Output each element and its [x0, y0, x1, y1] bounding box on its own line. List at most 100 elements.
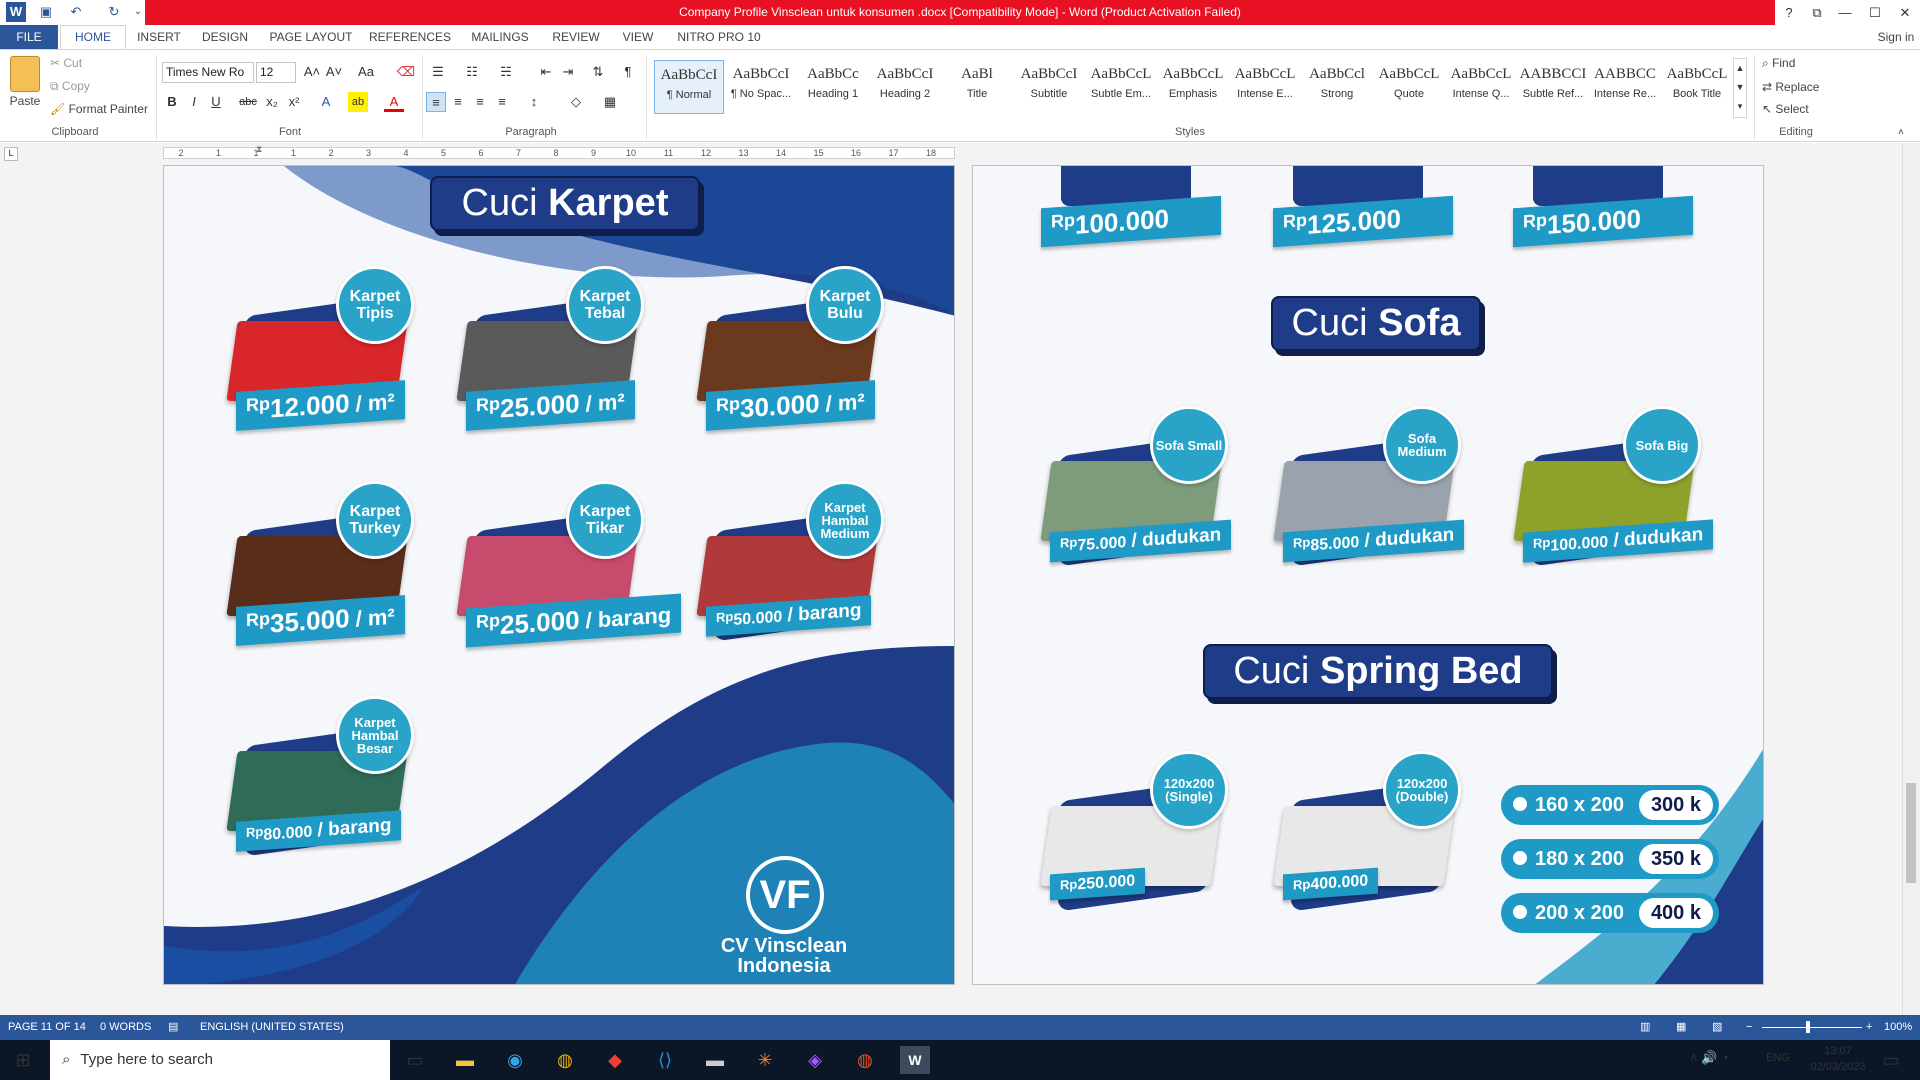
sign-in-link[interactable]: Sign in [1872, 25, 1920, 49]
tab-file[interactable]: FILE [0, 25, 58, 49]
paste-button[interactable]: Paste [8, 92, 42, 110]
print-layout-icon[interactable]: ▦ [1676, 1015, 1686, 1040]
tray-icons[interactable]: ˄ 🔊 ◔ [1690, 1050, 1729, 1066]
style-11[interactable]: AaBbCcL Quote [1374, 60, 1444, 114]
numbering-button[interactable]: ☷ [462, 62, 482, 82]
style-5[interactable]: AaBl Title [942, 60, 1012, 114]
style-9[interactable]: AaBbCcL Intense E... [1230, 60, 1300, 114]
tab-view[interactable]: VIEW [614, 25, 662, 49]
tab-page-layout[interactable]: PAGE LAYOUT [268, 25, 354, 49]
help-button[interactable]: ? [1775, 0, 1803, 25]
style-2[interactable]: AaBbCcI ¶ No Spac... [726, 60, 796, 114]
clear-formatting-button[interactable]: ⌫ [396, 62, 416, 82]
justify-button[interactable]: ≡ [492, 92, 512, 112]
zoom-out-button[interactable]: − [1746, 1015, 1752, 1040]
paste-icon[interactable] [10, 56, 40, 92]
word-app-icon[interactable]: W [6, 2, 26, 22]
ribbon-display-button[interactable]: ⧉ [1803, 0, 1831, 25]
terminal-icon[interactable]: ▬ [700, 1046, 730, 1074]
superscript-button[interactable]: x² [284, 92, 304, 112]
minimize-button[interactable]: — [1831, 0, 1859, 25]
find-button[interactable]: ⌕ Find [1762, 54, 1795, 72]
text-effects-button[interactable]: A [316, 92, 336, 112]
anydesk-icon[interactable]: ◆ [600, 1046, 630, 1074]
redo-icon[interactable]: ↻ [104, 2, 124, 22]
scroll-thumb[interactable] [1906, 783, 1916, 883]
shading-button[interactable]: ◇ [566, 92, 586, 112]
style-7[interactable]: AaBbCcL Subtle Em... [1086, 60, 1156, 114]
tab-home[interactable]: HOME [60, 25, 126, 50]
tab-references[interactable]: REFERENCES [368, 25, 452, 49]
zoom-thumb[interactable] [1806, 1021, 1810, 1033]
decrease-indent-button[interactable]: ⇤ [536, 62, 556, 82]
multilevel-list-button[interactable]: ☵ [496, 62, 516, 82]
borders-button[interactable]: ▦ [600, 92, 620, 112]
zoom-level[interactable]: 100% [1884, 1015, 1912, 1040]
increase-indent-button[interactable]: ⇥ [558, 62, 578, 82]
style-8[interactable]: AaBbCcL Emphasis [1158, 60, 1228, 114]
style-15[interactable]: AaBbCcL Book Title [1662, 60, 1732, 114]
sort-button[interactable]: ⇅ [588, 62, 608, 82]
line-spacing-button[interactable]: ↕ [524, 92, 544, 112]
page-count[interactable]: PAGE 11 OF 14 [8, 1015, 86, 1040]
read-mode-icon[interactable]: ▥ [1640, 1015, 1650, 1040]
input-language[interactable]: ENG [1766, 1052, 1790, 1064]
vertical-scrollbar[interactable] [1902, 143, 1920, 1015]
copy-button[interactable]: ⧉ Copy [50, 77, 90, 95]
align-left-button[interactable]: ≡ [426, 92, 446, 112]
tab-insert[interactable]: INSERT [134, 25, 184, 49]
word-count[interactable]: 0 WORDS [100, 1015, 151, 1040]
style-6[interactable]: AaBbCcI Subtitle [1014, 60, 1084, 114]
style-13[interactable]: AABBCCI Subtle Ref... [1518, 60, 1588, 114]
select-button[interactable]: ↖ Select [1762, 100, 1809, 118]
style-1[interactable]: AaBbCcI ¶ Normal [654, 60, 724, 114]
collapse-ribbon-icon[interactable]: ˄ [1898, 127, 1904, 138]
word-taskbar-icon[interactable]: W [900, 1046, 930, 1074]
clock[interactable]: 13:07 02/03/2023 [1810, 1043, 1866, 1075]
tab-mailings[interactable]: MAILINGS [464, 25, 536, 49]
strikethrough-button[interactable]: abc [238, 92, 258, 112]
horizontal-ruler[interactable]: 2 1 1 1 2 3 4 5 6 7 8 9 10 11 12 13 14 15 16 17 18 [163, 147, 955, 159]
bold-button[interactable]: B [162, 92, 182, 112]
edge-icon[interactable]: ◉ [500, 1046, 530, 1074]
tab-design[interactable]: DESIGN [196, 25, 254, 49]
shrink-font-button[interactable]: A˅ [324, 62, 344, 82]
style-4[interactable]: AaBbCcI Heading 2 [870, 60, 940, 114]
taskbar-search[interactable]: ⌕ Type here to search [50, 1040, 390, 1080]
page-karpet[interactable]: Cuci Karpet Karpet Tipis Rp12.000 / m² Kar… [163, 165, 955, 985]
maximize-button[interactable]: ☐ [1861, 0, 1889, 25]
save-icon[interactable]: ▣ [36, 2, 56, 22]
xampp-icon[interactable]: ✳ [750, 1046, 780, 1074]
style-10[interactable]: AaBbCcl Strong [1302, 60, 1372, 114]
align-center-button[interactable]: ≡ [448, 92, 468, 112]
style-3[interactable]: AaBbCc Heading 1 [798, 60, 868, 114]
cut-button[interactable]: ✂ Cut [50, 54, 82, 72]
underline-button[interactable]: U [206, 92, 226, 112]
figma-icon[interactable]: ◈ [800, 1046, 830, 1074]
font-color-button[interactable]: A [384, 92, 404, 112]
web-layout-icon[interactable]: ▧ [1712, 1015, 1722, 1040]
file-explorer-icon[interactable]: ▬ [450, 1046, 480, 1074]
page-sofa-bed[interactable]: Rp100.000 Rp125.000 Rp150.000 Cuci Sofa So… [972, 165, 1764, 985]
tab-nitro[interactable]: NITRO PRO 10 [674, 25, 764, 49]
format-painter-button[interactable]: 🖌 Format Painter [50, 100, 148, 118]
subscript-button[interactable]: x₂ [262, 92, 282, 112]
show-marks-button[interactable]: ¶ [618, 62, 638, 82]
chrome-profile-icon[interactable]: ◍ [850, 1046, 880, 1074]
notifications-icon[interactable]: ▭ [1876, 1046, 1906, 1074]
tab-review[interactable]: REVIEW [548, 25, 604, 49]
replace-button[interactable]: ⇄ Replace [1762, 78, 1819, 96]
font-size-combo[interactable]: 12 [256, 62, 296, 83]
change-case-button[interactable]: Aa [352, 62, 380, 82]
proofing-icon[interactable]: ▤ [168, 1015, 178, 1040]
language-status[interactable]: ENGLISH (UNITED STATES) [200, 1015, 344, 1040]
styles-scroll[interactable]: ▲ ▼ ▾ [1733, 58, 1747, 118]
start-windows-icon[interactable]: ⊞ [8, 1046, 38, 1074]
undo-icon[interactable]: ↶ [66, 2, 86, 22]
style-14[interactable]: AABBCC Intense Re... [1590, 60, 1660, 114]
style-12[interactable]: AaBbCcL Intense Q... [1446, 60, 1516, 114]
grow-font-button[interactable]: A˄ [302, 62, 322, 82]
italic-button[interactable]: I [184, 92, 204, 112]
bullets-button[interactable]: ☰ [428, 62, 448, 82]
highlight-button[interactable]: ab [348, 92, 368, 112]
